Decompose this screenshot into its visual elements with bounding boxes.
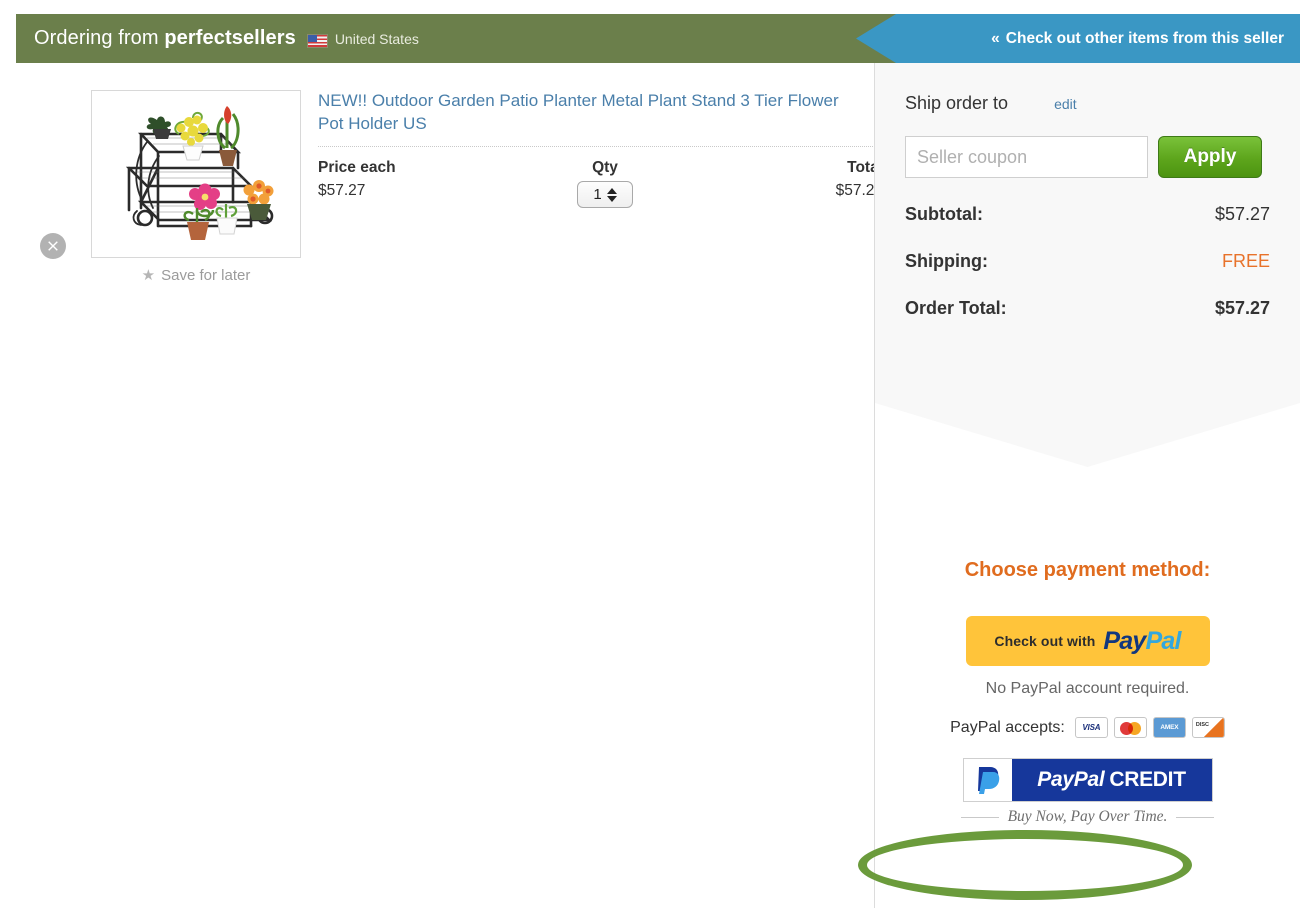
apply-coupon-button[interactable]: Apply: [1158, 136, 1262, 178]
paypal-credit-logo-text: PayPal CREDIT: [1011, 759, 1212, 801]
qty-column: Qty 1: [550, 159, 660, 208]
accepted-cards-row: PayPal accepts: VISA AMEX DISC: [895, 717, 1280, 738]
order-summary: Ship order to edit Apply Subtotal: $57.2…: [874, 63, 1300, 908]
paypal-logo-pay: Pay: [1103, 626, 1146, 655]
paypal-p-monogram-icon: [963, 759, 1012, 801]
product-thumbnail-wrapper: ★ Save for later: [91, 90, 301, 284]
seller-coupon-input[interactable]: [905, 136, 1148, 178]
star-icon: ★: [141, 267, 156, 284]
qty-header: Qty: [592, 159, 618, 176]
divider: [318, 146, 883, 147]
product-title-link[interactable]: NEW!! Outdoor Garden Patio Planter Metal…: [318, 89, 864, 135]
price-each-column: Price each $57.27: [318, 159, 396, 200]
discover-card-icon: DISC: [1191, 717, 1225, 738]
order-total-label: Order Total:: [905, 298, 1007, 318]
credit-logo-credit: CREDIT: [1109, 768, 1186, 791]
cart-item: ★ Save for later NEW!! Outdoor Garden Pa…: [16, 63, 883, 908]
quantity-stepper[interactable]: 1: [577, 181, 633, 208]
coupon-row: Apply: [905, 136, 1270, 178]
shipping-value: FREE: [1221, 251, 1270, 271]
paypal-accepts-label: PayPal accepts:: [950, 718, 1065, 736]
visa-card-icon: VISA: [1074, 717, 1108, 738]
stepper-arrows-icon[interactable]: [606, 187, 617, 202]
paypal-checkout-button[interactable]: Check out with PayPal: [965, 616, 1210, 666]
divider-right: [1176, 816, 1215, 818]
ordering-prefix: Ordering from: [34, 27, 165, 49]
item-details: NEW!! Outdoor Garden Patio Planter Metal…: [318, 89, 883, 217]
price-each-value: $57.27: [318, 182, 366, 199]
country-label: United States: [334, 30, 419, 47]
other-items-link[interactable]: « Check out other items from this seller: [856, 14, 1300, 63]
seller-name: perfectsellers: [164, 27, 296, 49]
ordering-from-text: Ordering from perfectsellers: [34, 27, 296, 50]
paypal-button-prefix: Check out with: [994, 633, 1096, 649]
ship-order-row: Ship order to edit: [905, 63, 1270, 114]
qty-value: 1: [593, 186, 602, 203]
totals-content: Ship order to edit Apply Subtotal: $57.2…: [875, 63, 1300, 319]
paypal-credit-tagline-row: Buy Now, Pay Over Time.: [895, 808, 1280, 826]
shipping-label: Shipping:: [905, 251, 988, 271]
seller-banner: Ordering from perfectsellers United Stat…: [16, 14, 896, 63]
amex-card-icon: AMEX: [1152, 717, 1186, 738]
price-qty-total-row: Price each $57.27 Qty 1 Total $57.27: [318, 159, 883, 217]
us-flag-icon: [306, 33, 328, 48]
ship-order-label: Ship order to: [905, 93, 1009, 113]
mastercard-card-icon: [1113, 717, 1147, 738]
other-items-text: « Check out other items from this seller: [991, 30, 1284, 48]
shipping-row: Shipping: FREE: [905, 251, 1270, 272]
subtotal-value: $57.27: [1214, 204, 1270, 224]
paypal-credit-tagline: Buy Now, Pay Over Time.: [1007, 808, 1168, 825]
paypal-logo-pal: Pal: [1145, 626, 1181, 655]
price-each-header: Price each: [318, 159, 396, 176]
other-items-label: Check out other items from this seller: [1005, 29, 1284, 47]
order-total-value: $57.27: [1214, 298, 1270, 318]
credit-logo-paypal: PayPal: [1037, 768, 1105, 791]
save-for-later-button[interactable]: ★ Save for later: [91, 267, 301, 284]
product-image[interactable]: [91, 90, 301, 258]
choose-payment-title: Choose payment method:: [964, 559, 1211, 581]
close-circle-icon[interactable]: [40, 233, 66, 259]
edit-address-link[interactable]: edit: [1054, 96, 1077, 112]
paypal-logo: PayPal: [1103, 626, 1181, 656]
subtotal-label: Subtotal:: [905, 204, 983, 224]
subtotal-row: Subtotal: $57.27: [905, 204, 1270, 225]
no-paypal-account-note: No PayPal account required.: [985, 680, 1190, 697]
paypal-credit-banner[interactable]: PayPal CREDIT: [962, 758, 1213, 802]
body-area: ★ Save for later NEW!! Outdoor Garden Pa…: [16, 63, 1300, 908]
save-for-later-label: Save for later: [161, 267, 251, 284]
checkout-page: Ordering from perfectsellers United Stat…: [0, 0, 1316, 922]
payment-section: Choose payment method: Check out with Pa…: [875, 475, 1300, 826]
order-total-row: Order Total: $57.27: [905, 298, 1270, 319]
page-header: Ordering from perfectsellers United Stat…: [16, 14, 1300, 63]
divider-left: [960, 816, 999, 818]
chevron-left-icon: «: [991, 29, 1000, 47]
